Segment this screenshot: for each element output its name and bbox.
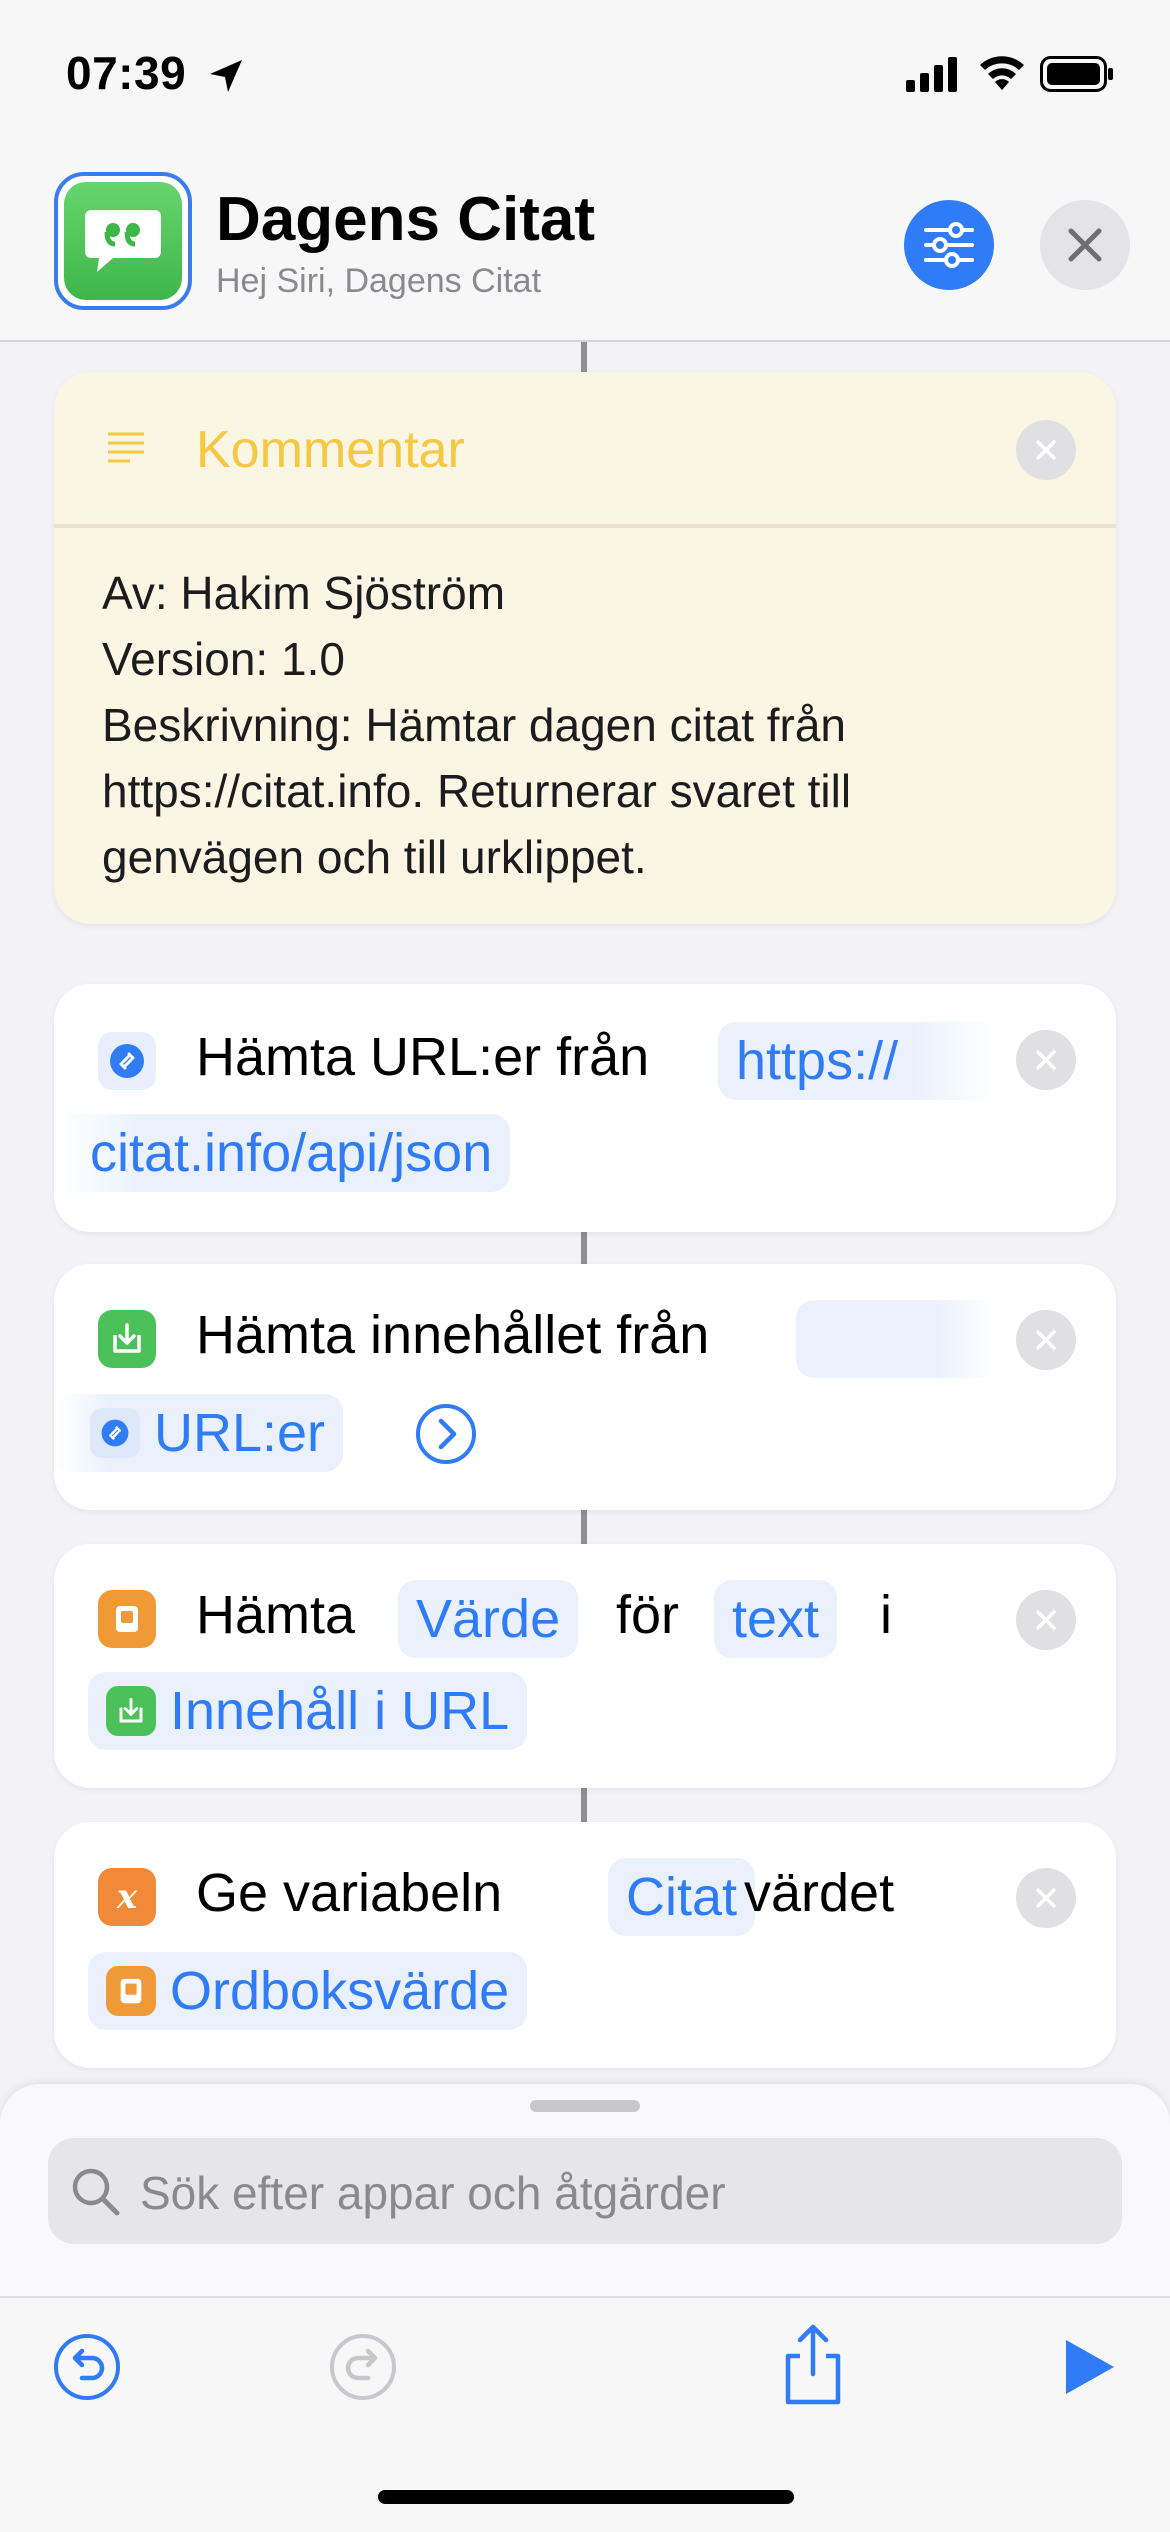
variable-value-token[interactable]: Ordboksvärde: [88, 1952, 528, 2030]
link-icon: [90, 1407, 140, 1458]
url-token[interactable]: https://: [718, 1022, 998, 1100]
chevron-right-circle-icon[interactable]: [414, 1402, 478, 1466]
set-variable-action-card[interactable]: x Ge variabeln Citat värdet Ordboksvärde: [54, 1822, 1116, 2068]
value-token[interactable]: Värde: [398, 1580, 579, 1658]
location-arrow-icon: [210, 60, 242, 92]
remove-action-button[interactable]: [1016, 1310, 1076, 1370]
comment-text[interactable]: Av: Hakim Sjöström Version: 1.0 Beskrivn…: [102, 560, 1062, 890]
battery-icon: [1040, 56, 1113, 92]
source-token-label: Innehåll i URL: [170, 1681, 510, 1741]
cellular-signal-icon: [906, 57, 957, 92]
download-action-icon: [98, 1310, 156, 1368]
link-icon: [110, 1044, 144, 1078]
action-label: Ge variabeln: [196, 1863, 503, 1923]
search-icon: [72, 2168, 120, 2216]
variable-action-icon: x: [98, 1868, 156, 1926]
comment-title: Kommentar: [196, 421, 465, 479]
book-icon: [116, 1606, 138, 1632]
comment-line: https://citat.info. Returnerar svaret ti…: [102, 765, 852, 817]
remove-action-button[interactable]: [1016, 420, 1076, 480]
quote-bubble-icon: [85, 210, 161, 272]
dictionary-action-icon: [98, 1590, 156, 1648]
remove-action-button[interactable]: [1016, 1030, 1076, 1090]
close-icon: [1036, 1610, 1056, 1630]
search-placeholder: Sök efter appar och åtgärder: [140, 2167, 726, 2219]
action-label: Hämta innehållet från: [196, 1305, 710, 1365]
status-bar: 07:39: [0, 0, 1170, 150]
action-word: i: [880, 1585, 892, 1645]
search-field[interactable]: Sök efter appar och åtgärder: [48, 2138, 1122, 2244]
comment-line: Version: 1.0: [102, 633, 345, 685]
action-word: värdet: [744, 1863, 895, 1923]
variable-x-icon: x: [116, 1877, 138, 1917]
flow-connector: [581, 342, 587, 372]
key-token[interactable]: text: [714, 1580, 838, 1658]
sheet-grabber[interactable]: [530, 2100, 640, 2112]
close-icon: [1068, 228, 1102, 262]
action-word: Hämta: [196, 1585, 356, 1645]
text-lines-icon: [108, 432, 144, 463]
redo-icon[interactable]: [328, 2332, 398, 2402]
close-icon: [1036, 440, 1056, 460]
remove-action-button[interactable]: [1016, 1868, 1076, 1928]
url-token-continued[interactable]: citat.info/api/json: [54, 1114, 511, 1192]
comment-action-card[interactable]: Kommentar Av: Hakim Sjöström Version: 1.…: [54, 372, 1116, 924]
share-icon[interactable]: [778, 2322, 848, 2408]
close-icon: [1036, 1330, 1056, 1350]
sliders-icon: [924, 222, 974, 268]
book-icon: [106, 1965, 156, 2016]
download-icon: [113, 1323, 141, 1353]
value-token-label: Ordboksvärde: [170, 1961, 510, 2021]
play-icon[interactable]: [1060, 2336, 1118, 2398]
close-button[interactable]: [1040, 200, 1130, 290]
close-icon: [1036, 1050, 1056, 1070]
download-icon: [106, 1685, 156, 1736]
flow-connector: [581, 1788, 587, 1822]
get-urls-action-card[interactable]: Hämta URL:er från https:// citat.info/ap…: [54, 984, 1116, 1232]
shortcut-header: Dagens Citat Hej Siri, Dagens Citat: [0, 150, 1170, 342]
dictionary-source-token[interactable]: Innehåll i URL: [88, 1672, 528, 1750]
shortcut-title[interactable]: Dagens Citat: [216, 184, 595, 255]
get-dictionary-value-action-card[interactable]: Hämta Värde för text i Innehåll i URL: [54, 1544, 1116, 1788]
urls-token-label: URL:er: [154, 1403, 326, 1463]
flow-connector: [581, 1510, 587, 1544]
comment-line: Av: Hakim Sjöström: [102, 567, 506, 619]
remove-action-button[interactable]: [1016, 1590, 1076, 1650]
undo-icon[interactable]: [52, 2332, 122, 2402]
flow-connector: [581, 1232, 587, 1264]
comment-line: Beskrivning: Hämtar dagen citat från: [102, 699, 847, 751]
home-indicator[interactable]: [378, 2490, 794, 2504]
comment-line: genvägen och till urklippet.: [102, 831, 647, 883]
get-contents-action-card[interactable]: Hämta innehållet från URL:er: [54, 1264, 1116, 1510]
variable-name-token[interactable]: Citat: [608, 1858, 756, 1936]
action-label: Hämta URL:er från: [196, 1027, 650, 1087]
action-word: för: [616, 1585, 680, 1645]
empty-input-token[interactable]: [796, 1300, 996, 1378]
details-button[interactable]: [904, 200, 994, 290]
wifi-icon: [980, 56, 1024, 90]
shortcut-icon[interactable]: [54, 172, 192, 310]
urls-input-token[interactable]: URL:er: [54, 1394, 344, 1472]
link-action-icon: [98, 1032, 156, 1090]
status-time: 07:39: [66, 47, 187, 99]
comment-header: Kommentar: [54, 372, 1116, 528]
siri-phrase: Hej Siri, Dagens Citat: [216, 262, 542, 300]
close-icon: [1036, 1888, 1056, 1908]
